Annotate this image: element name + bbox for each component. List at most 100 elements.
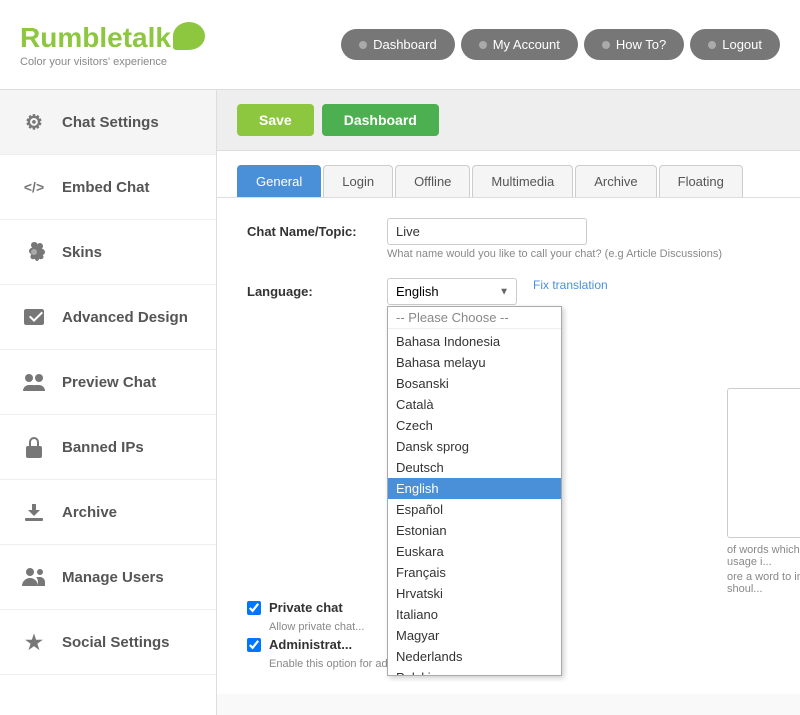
private-chat-checkbox[interactable] bbox=[247, 601, 261, 615]
lang-option-italiano[interactable]: Italiano bbox=[388, 604, 561, 625]
nav-dot-icon bbox=[359, 41, 367, 49]
lang-option-czech[interactable]: Czech bbox=[388, 415, 561, 436]
dashboard-button[interactable]: Dashboard bbox=[322, 104, 439, 136]
nav-logout-label: Logout bbox=[722, 37, 762, 52]
preview-icon bbox=[20, 368, 48, 396]
logo-text: Rumbletalk bbox=[20, 22, 205, 53]
tab-general[interactable]: General bbox=[237, 165, 321, 197]
logo-text-talk: talk bbox=[123, 22, 171, 53]
toolbar: Save Dashboard bbox=[217, 90, 800, 151]
tab-offline[interactable]: Offline bbox=[395, 165, 470, 197]
code-icon: </> bbox=[20, 173, 48, 201]
lang-option-dansk[interactable]: Dansk sprog bbox=[388, 436, 561, 457]
chat-name-label: Chat Name/Topic: bbox=[247, 218, 367, 239]
logo-tagline: Color your visitors' experience bbox=[20, 56, 205, 68]
nav-myaccount-button[interactable]: My Account bbox=[461, 29, 578, 60]
main-layout: ⚙ Chat Settings </> Embed Chat Skins Adv bbox=[0, 90, 800, 715]
sidebar-label-chat-settings: Chat Settings bbox=[62, 114, 159, 131]
sidebar-item-social-settings[interactable]: ★ Social Settings bbox=[0, 610, 216, 675]
star-icon: ★ bbox=[20, 628, 48, 656]
lang-option-bosanski[interactable]: Bosanski bbox=[388, 373, 561, 394]
content-area: Save Dashboard General Login Offline Mul… bbox=[217, 90, 800, 715]
tab-multimedia[interactable]: Multimedia bbox=[472, 165, 573, 197]
language-select[interactable]: English bbox=[387, 278, 517, 305]
nav-dot-icon bbox=[602, 41, 610, 49]
sidebar: ⚙ Chat Settings </> Embed Chat Skins Adv bbox=[0, 90, 217, 715]
nav-dashboard-label: Dashboard bbox=[373, 37, 437, 52]
chat-name-row: Chat Name/Topic: What name would you lik… bbox=[247, 218, 770, 260]
sidebar-item-embed-chat[interactable]: </> Embed Chat bbox=[0, 155, 216, 220]
nav-howto-label: How To? bbox=[616, 37, 666, 52]
nav-buttons: Dashboard My Account How To? Logout bbox=[341, 29, 780, 60]
sidebar-label-archive: Archive bbox=[62, 504, 117, 521]
nav-logout-button[interactable]: Logout bbox=[690, 29, 780, 60]
lang-option-english[interactable]: English bbox=[388, 478, 561, 499]
archive-icon bbox=[20, 498, 48, 526]
language-dropdown-container: English ▼ -- Please Choose -- Bahasa Ind… bbox=[387, 278, 517, 305]
language-dropdown-list[interactable]: -- Please Choose -- Bahasa Indonesia Bah… bbox=[387, 306, 562, 676]
sidebar-item-advanced-design[interactable]: Advanced Design bbox=[0, 285, 216, 350]
filter-words-textarea[interactable] bbox=[727, 388, 800, 538]
filter-words-hint: of words which would be banned from usag… bbox=[727, 544, 800, 568]
fix-translation-link[interactable]: Fix translation bbox=[533, 278, 608, 292]
lang-option-catala[interactable]: Català bbox=[388, 394, 561, 415]
sidebar-item-banned-ips[interactable]: Banned IPs bbox=[0, 415, 216, 480]
lang-option-nederlands[interactable]: Nederlands bbox=[388, 646, 561, 667]
lang-option-hrvatski[interactable]: Hrvatski bbox=[388, 583, 561, 604]
sidebar-item-skins[interactable]: Skins bbox=[0, 220, 216, 285]
admin-checkbox[interactable] bbox=[247, 638, 261, 652]
sidebar-label-social-settings: Social Settings bbox=[62, 634, 170, 651]
sidebar-item-preview-chat[interactable]: Preview Chat bbox=[0, 350, 216, 415]
nav-dashboard-button[interactable]: Dashboard bbox=[341, 29, 455, 60]
chat-name-input[interactable] bbox=[387, 218, 587, 245]
logo-bubble-icon bbox=[173, 22, 205, 50]
language-row: Language: English ▼ -- Please Choose -- … bbox=[247, 278, 770, 320]
lang-option-placeholder[interactable]: -- Please Choose -- bbox=[388, 307, 561, 329]
nav-myaccount-label: My Account bbox=[493, 37, 560, 52]
lock-icon bbox=[20, 433, 48, 461]
tab-floating[interactable]: Floating bbox=[659, 165, 743, 197]
sidebar-label-embed-chat: Embed Chat bbox=[62, 179, 150, 196]
sidebar-item-archive[interactable]: Archive bbox=[0, 480, 216, 545]
filter-words-hint2: ore a word to indicate a sub-word which … bbox=[727, 571, 800, 595]
lang-option-espanol[interactable]: Español bbox=[388, 499, 561, 520]
users-icon bbox=[20, 563, 48, 591]
tabs-bar: General Login Offline Multimedia Archive… bbox=[217, 151, 800, 198]
sidebar-label-banned-ips: Banned IPs bbox=[62, 439, 144, 456]
chat-name-hint: What name would you like to call your ch… bbox=[387, 248, 770, 260]
tab-archive[interactable]: Archive bbox=[575, 165, 656, 197]
language-select-wrapper: English ▼ -- Please Choose -- Bahasa Ind… bbox=[387, 278, 770, 305]
logo-text-rumble: Rumble bbox=[20, 22, 123, 53]
language-label: Language: bbox=[247, 278, 367, 299]
sidebar-item-manage-users[interactable]: Manage Users bbox=[0, 545, 216, 610]
filter-words-area: of words which would be banned from usag… bbox=[727, 388, 800, 595]
design-icon bbox=[20, 303, 48, 331]
header: Rumbletalk Color your visitors' experien… bbox=[0, 0, 800, 90]
flower-icon bbox=[20, 238, 48, 266]
save-button[interactable]: Save bbox=[237, 104, 314, 136]
lang-option-bahasa-melayu[interactable]: Bahasa melayu bbox=[388, 352, 561, 373]
gear-icon: ⚙ bbox=[20, 108, 48, 136]
logo-area: Rumbletalk Color your visitors' experien… bbox=[20, 22, 205, 68]
sidebar-label-advanced-design: Advanced Design bbox=[62, 309, 188, 326]
lang-option-deutsch[interactable]: Deutsch bbox=[388, 457, 561, 478]
sidebar-item-chat-settings[interactable]: ⚙ Chat Settings bbox=[0, 90, 216, 155]
chat-name-field: What name would you like to call your ch… bbox=[387, 218, 770, 260]
lang-option-magyar[interactable]: Magyar bbox=[388, 625, 561, 646]
form-content: Chat Name/Topic: What name would you lik… bbox=[217, 198, 800, 694]
nav-dot-icon bbox=[708, 41, 716, 49]
sidebar-label-skins: Skins bbox=[62, 244, 102, 261]
language-field: English ▼ -- Please Choose -- Bahasa Ind… bbox=[387, 278, 770, 320]
private-chat-label: Private chat bbox=[269, 600, 343, 615]
tab-login[interactable]: Login bbox=[323, 165, 393, 197]
lang-option-bahasa-indonesia[interactable]: Bahasa Indonesia bbox=[388, 331, 561, 352]
sidebar-label-manage-users: Manage Users bbox=[62, 569, 164, 586]
lang-option-polski[interactable]: Polski bbox=[388, 667, 561, 676]
lang-option-francais[interactable]: Français bbox=[388, 562, 561, 583]
sidebar-label-preview-chat: Preview Chat bbox=[62, 374, 156, 391]
nav-howto-button[interactable]: How To? bbox=[584, 29, 684, 60]
admin-label: Administrat... bbox=[269, 637, 352, 652]
lang-option-estonian[interactable]: Estonian bbox=[388, 520, 561, 541]
lang-option-euskara[interactable]: Euskara bbox=[388, 541, 561, 562]
nav-dot-icon bbox=[479, 41, 487, 49]
